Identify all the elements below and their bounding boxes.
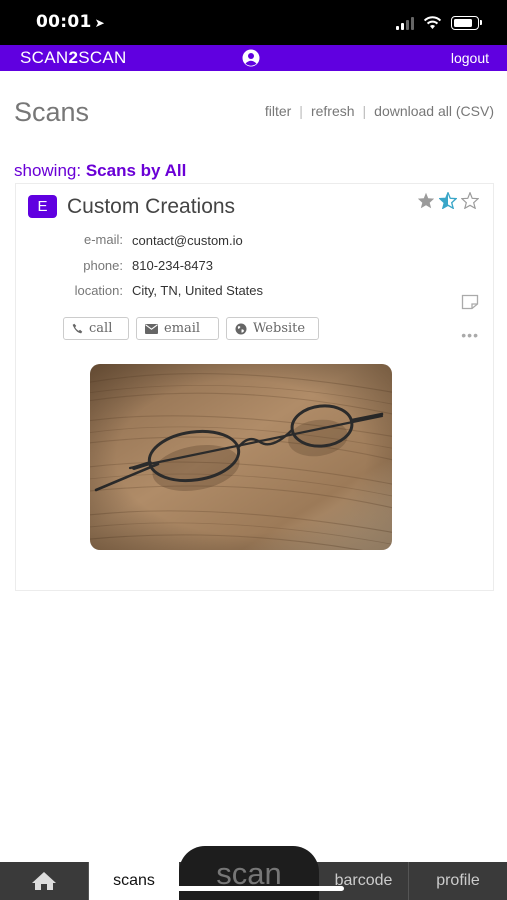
phone-value[interactable]: 810-234-8473 [132,258,213,273]
envelope-icon [145,323,158,334]
phone-label: phone: [83,258,123,273]
star-half-icon[interactable] [439,192,457,209]
location-value: City, TN, United States [132,283,264,298]
note-icon[interactable] [461,294,479,310]
email-button-label: email [164,321,201,336]
website-label: Website [253,321,306,336]
tab-profile[interactable]: profile [409,862,507,900]
email-label: e-mail: [83,232,123,247]
refresh-link[interactable]: refresh [311,103,355,119]
more-options-icon[interactable]: ••• [461,327,479,343]
tab-home[interactable] [0,862,88,900]
call-button[interactable]: call [63,317,129,340]
scan-card: E Custom Creations e-mail: contact@custo… [15,183,494,591]
status-time: 00:01 ➤ [36,12,105,32]
status-bar: 00:01 ➤ [0,0,507,45]
email-value[interactable]: contact@custom.io [132,233,243,248]
wifi-icon [423,16,442,29]
scan-photo[interactable] [90,364,392,550]
brand-logo[interactable]: SCAN2SCAN [20,48,127,68]
card-title[interactable]: Custom Creations [67,195,235,219]
tab-barcode[interactable]: barcode [319,862,408,900]
showing-label: showing: [14,161,82,180]
cellular-signal-icon [396,17,414,30]
header-links: filter | refresh | download all (CSV) [265,103,494,119]
showing-value[interactable]: Scans by All [86,161,186,180]
star-rating[interactable] [417,192,479,209]
globe-icon [235,323,247,334]
home-icon [32,872,56,890]
page-title: Scans [14,97,90,127]
home-indicator [164,886,344,891]
phone-icon [72,323,83,334]
location-arrow-icon: ➤ [94,16,105,30]
email-button[interactable]: email [136,317,219,340]
star-empty-icon[interactable] [461,192,479,209]
tab-scans[interactable]: scans [89,862,179,900]
user-account-icon[interactable] [242,49,260,67]
download-csv-link[interactable]: download all (CSV) [374,103,494,119]
logout-link[interactable]: logout [451,50,489,66]
link-separator: | [362,103,367,119]
status-icons [396,14,482,30]
location-label: location: [74,283,123,298]
battery-icon [451,16,482,30]
link-separator: | [299,103,303,119]
filter-link[interactable]: filter [265,103,291,119]
showing-filter: showing: Scans by All [14,161,186,181]
star-full-icon[interactable] [417,192,435,209]
scan-button[interactable]: scan [179,846,319,900]
app-bar: SCAN2SCAN logout [0,45,507,71]
company-badge: E [28,195,57,218]
website-button[interactable]: Website [226,317,319,340]
call-label: call [89,321,113,336]
